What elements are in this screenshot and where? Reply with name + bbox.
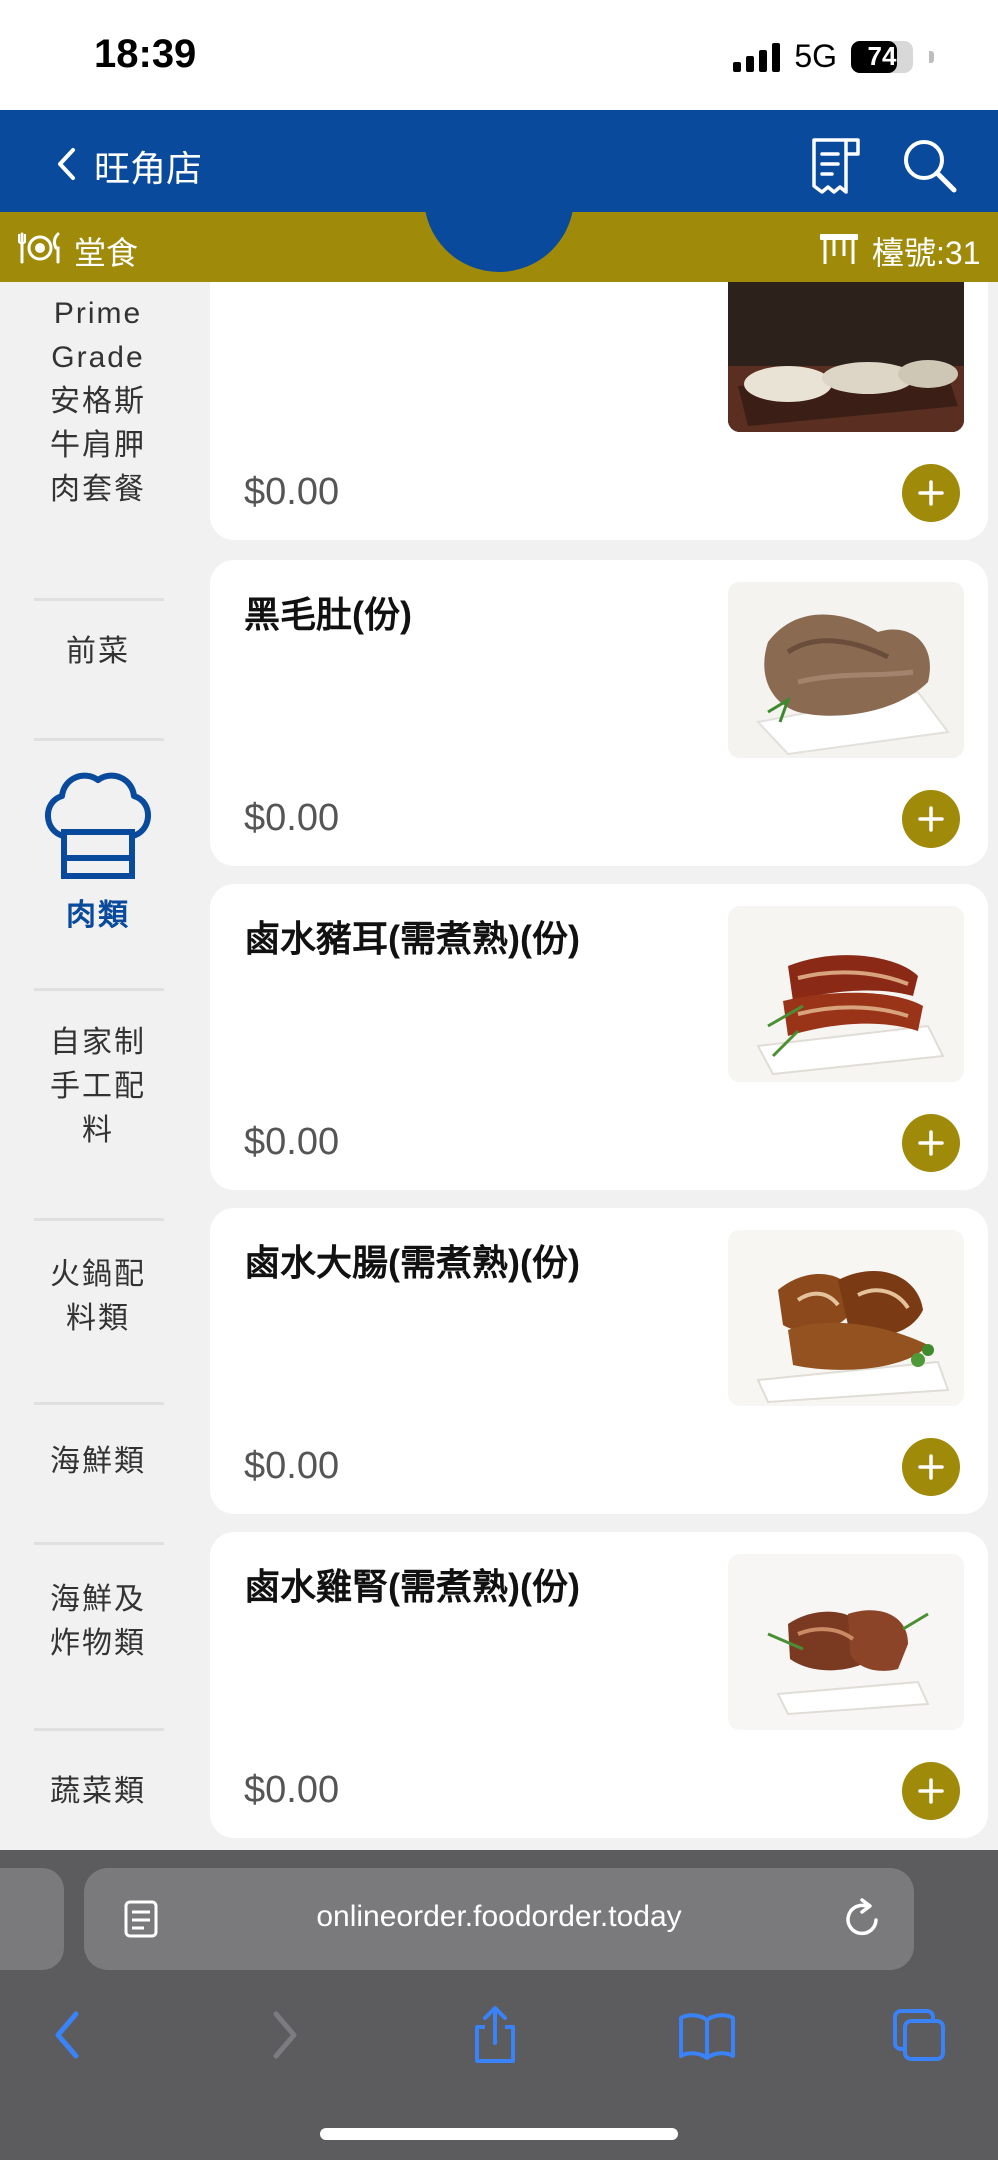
menu-item-price: $0.00	[244, 797, 340, 839]
menu-item-name: 鹵水大腸(需煮熟)(份)	[244, 1242, 580, 1283]
menu-item-price: $0.00	[244, 1445, 340, 1487]
category-prime-grade[interactable]: Prime Grade 安格斯牛肩胛肉套餐	[0, 297, 196, 506]
category-label: 肉類	[66, 899, 130, 932]
share-button[interactable]	[460, 2000, 530, 2070]
dine-in-label: 堂食	[74, 235, 139, 271]
bookmarks-button[interactable]	[672, 2000, 742, 2070]
share-icon	[475, 2006, 515, 2063]
category-appetizers[interactable]: 前菜	[0, 602, 196, 702]
menu-content: Prime Grade 安格斯牛肩胛肉套餐 前菜 肉類 自家制手工配料 火鍋配料…	[0, 282, 998, 1850]
category-label: 海鮮類	[50, 1445, 146, 1478]
category-homemade[interactable]: 自家制手工配料	[0, 1012, 196, 1162]
status-bar: 18:39 5G 74	[0, 0, 998, 110]
app-header: 旺角店	[0, 110, 998, 212]
menu-item-image	[728, 1230, 964, 1406]
plus-icon	[918, 1778, 944, 1804]
tabs-button[interactable]	[884, 2000, 954, 2070]
previous-tab-preview[interactable]	[0, 1868, 64, 1970]
receipt-icon	[812, 138, 860, 194]
table-icon	[820, 234, 858, 264]
browser-toolbar: onlineorder.foodorder.today	[0, 1850, 998, 2160]
menu-item-card[interactable]: 黑毛肚(份) $0.00	[210, 560, 988, 866]
menu-item-name: 黑毛肚(份)	[244, 594, 412, 635]
category-label: 蔬菜類	[50, 1775, 146, 1808]
signal-icon	[733, 42, 781, 72]
menu-item-image	[728, 1554, 964, 1730]
browser-forward-button[interactable]	[250, 2000, 320, 2070]
category-label: Prime Grade 安格斯牛肩胛肉套餐	[50, 297, 146, 506]
menu-item-card[interactable]: 鹵水雞腎(需煮熟)(份) $0.00	[210, 1532, 988, 1838]
category-label: 海鮮及炸物類	[50, 1583, 146, 1660]
menu-item-name: 鹵水豬耳(需煮熟)(份)	[244, 918, 580, 959]
book-icon	[679, 2013, 735, 2060]
menu-item-image	[728, 282, 964, 432]
status-indicators: 5G 74	[733, 38, 934, 75]
category-vegetables[interactable]: 蔬菜類	[0, 1742, 196, 1842]
add-to-cart-button[interactable]	[902, 464, 960, 522]
network-type: 5G	[794, 38, 837, 74]
add-to-cart-button[interactable]	[902, 790, 960, 848]
browser-nav-row	[0, 2000, 998, 2080]
url-text: onlineorder.foodorder.today	[316, 1900, 682, 1933]
chevron-left-icon	[58, 148, 75, 180]
search-button[interactable]	[898, 134, 962, 198]
add-to-cart-button[interactable]	[902, 1114, 960, 1172]
status-time: 18:39	[94, 32, 197, 76]
plus-icon	[918, 806, 944, 832]
dine-in-icon	[18, 232, 60, 264]
menu-item-price: $0.00	[244, 1769, 340, 1811]
store-name: 旺角店	[94, 148, 203, 189]
back-button[interactable]	[36, 134, 96, 194]
plus-icon	[918, 1454, 944, 1480]
category-label: 自家制手工配料	[50, 1026, 146, 1147]
order-mode-bar: 堂食 檯號:31	[0, 212, 998, 282]
address-bar[interactable]: onlineorder.foodorder.today	[84, 1868, 914, 1970]
menu-item-card[interactable]: 鹵水豬耳(需煮熟)(份) $0.00	[210, 884, 988, 1190]
menu-item-card[interactable]: $0.00	[210, 282, 988, 540]
add-to-cart-button[interactable]	[902, 1762, 960, 1820]
category-hotpot[interactable]: 火鍋配料類	[0, 1222, 196, 1372]
menu-item-price: $0.00	[244, 471, 340, 513]
battery-level: 74	[867, 41, 897, 71]
header-bump-decoration	[424, 212, 574, 272]
category-sidebar: Prime Grade 安格斯牛肩胛肉套餐 前菜 肉類 自家制手工配料 火鍋配料…	[0, 282, 196, 1850]
category-seafood[interactable]: 海鮮類	[0, 1412, 196, 1512]
category-label: 前菜	[66, 635, 130, 668]
menu-item-image	[728, 906, 964, 1082]
home-indicator[interactable]	[320, 2128, 678, 2140]
table-number: 檯號:31	[872, 235, 981, 271]
search-icon	[904, 140, 957, 193]
tabs-icon	[893, 2009, 945, 2061]
plus-icon	[918, 1130, 944, 1156]
menu-item-name: 鹵水雞腎(需煮熟)(份)	[244, 1566, 580, 1607]
category-label: 火鍋配料類	[50, 1258, 146, 1335]
chef-hat-icon	[45, 772, 151, 879]
add-to-cart-button[interactable]	[902, 1438, 960, 1496]
category-seafood-fried[interactable]: 海鮮及炸物類	[0, 1552, 196, 1692]
battery-icon: 74	[851, 40, 913, 73]
order-receipt-button[interactable]	[806, 134, 866, 198]
reload-icon[interactable]	[840, 1896, 886, 1942]
plus-icon	[918, 480, 944, 506]
menu-item-price: $0.00	[244, 1121, 340, 1163]
chevron-right-icon	[273, 2011, 297, 2059]
browser-back-button[interactable]	[32, 2000, 102, 2070]
category-meat[interactable]: 肉類	[0, 762, 196, 942]
menu-item-image	[728, 582, 964, 758]
chevron-left-icon	[55, 2011, 79, 2059]
menu-item-card[interactable]: 鹵水大腸(需煮熟)(份) $0.00	[210, 1208, 988, 1514]
